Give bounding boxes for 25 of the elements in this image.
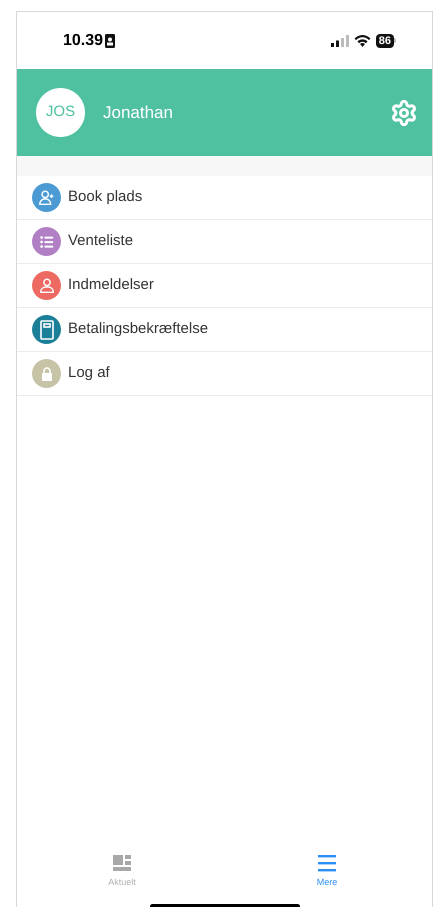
lock-icon: [40, 366, 54, 382]
menu-item[interactable]: Betalingsbekræftelse: [17, 308, 432, 352]
dashboard-icon: [113, 855, 131, 872]
status-time: 10.39: [63, 30, 104, 50]
menu-label: Log af: [68, 363, 110, 384]
menu-item[interactable]: Indmeldelser: [17, 264, 432, 308]
menu-label: Venteliste: [68, 231, 134, 252]
avatar: JOS: [36, 88, 85, 137]
signal-icon: [330, 34, 349, 46]
menu-item[interactable]: Venteliste: [17, 220, 432, 264]
user-name: Jonathan: [103, 102, 174, 124]
settings-button[interactable]: [389, 98, 419, 128]
menu-label: Indmeldelser: [68, 275, 154, 296]
person-icon: [38, 276, 56, 294]
menu-item[interactable]: Log af: [17, 352, 432, 396]
wifi-icon: [354, 34, 371, 47]
notebook-icon: [38, 320, 56, 340]
battery-level: 86: [376, 34, 394, 48]
person-add-icon: [38, 188, 56, 206]
settings-icon: [390, 98, 418, 126]
menu-label: Book plads: [68, 187, 142, 208]
menu-icon: [318, 855, 336, 872]
menu-item[interactable]: Book plads: [17, 176, 432, 220]
contact-card-icon: [105, 34, 116, 48]
menu-label: Betalingsbekræftelse: [68, 319, 208, 340]
